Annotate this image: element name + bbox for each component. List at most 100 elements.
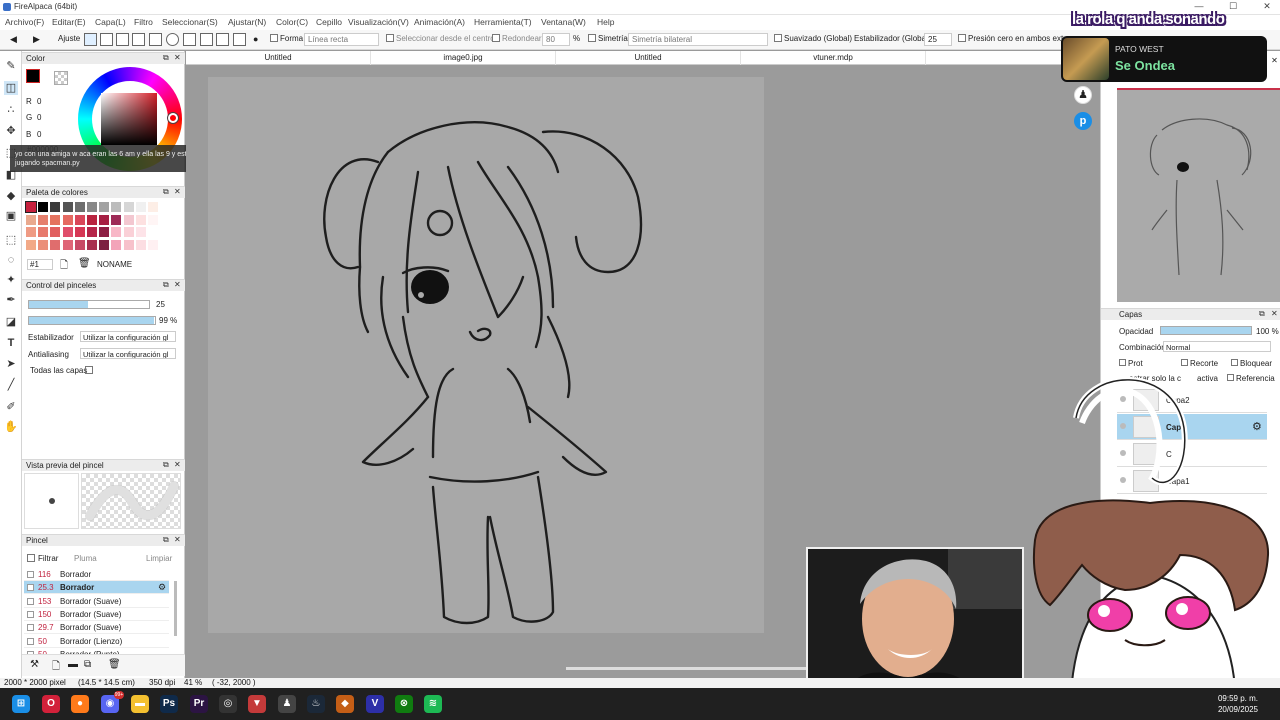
tab-image0[interactable]: image0.jpg [371, 51, 556, 65]
table-grid-icon[interactable] [233, 33, 246, 46]
foreground-color-swatch[interactable] [26, 69, 40, 83]
antialias-select[interactable]: Utilizar la configuración gl [80, 348, 176, 359]
layer-gear-icon[interactable]: ⚙ [1252, 420, 1262, 433]
blend-mode-select[interactable]: Normal [1163, 341, 1271, 352]
b-value[interactable]: 0 [37, 130, 41, 139]
palette-swatch[interactable] [38, 202, 49, 212]
brush-item[interactable]: 153 Borrador (Suave) [24, 595, 169, 608]
vscode-v-icon[interactable]: V [366, 695, 384, 713]
menu-color[interactable]: Color(C) [276, 17, 308, 27]
brush-item[interactable]: 116 Borrador [24, 568, 169, 581]
palette-swatch[interactable] [99, 214, 110, 225]
panel-float-icon[interactable]: ⧉ [163, 535, 169, 545]
palette-swatch[interactable] [111, 214, 122, 225]
panel-float-icon[interactable]: ⧉ [163, 460, 169, 470]
menu-visualizacion[interactable]: Visualización(V) [348, 17, 409, 27]
palette-swatch[interactable] [148, 214, 158, 225]
rounded-value[interactable]: 80 [542, 33, 570, 46]
photoshop-icon[interactable]: Ps [160, 695, 178, 713]
grid-snap-icon[interactable] [200, 33, 213, 46]
close-button[interactable]: ✕ [1254, 1, 1280, 12]
palette-swatch[interactable] [38, 227, 49, 237]
tab-vtuner[interactable]: vtuner.mdp [741, 51, 926, 65]
eraser-tool-icon[interactable]: ◫ [4, 81, 18, 95]
stabilizer-select[interactable]: Utilizar la configuración gl [80, 331, 176, 342]
palette-swatch[interactable] [99, 202, 110, 212]
stabilizer-select[interactable]: 25 [924, 33, 952, 46]
spotify-icon[interactable]: ≋ [424, 695, 442, 713]
palette-swatch[interactable] [148, 239, 158, 250]
select-mode-icon[interactable] [84, 33, 97, 46]
new-palette-icon[interactable]: 🗋 [60, 258, 68, 275]
filter-checkbox[interactable] [27, 554, 35, 562]
magic-wand-icon[interactable]: ✦ [4, 273, 18, 287]
panel-float-icon[interactable]: ⧉ [163, 187, 169, 197]
xbox-icon[interactable]: ⊗ [395, 695, 413, 713]
tab-untitled-1[interactable]: Untitled [186, 51, 371, 65]
select-center-checkbox[interactable]: Seleccionar desde el centro [386, 34, 495, 43]
palette-swatch[interactable] [99, 239, 110, 250]
palette-swatch[interactable] [123, 239, 134, 250]
taskbar-clock[interactable]: 09:59 p. m. 20/09/2025 [1218, 693, 1258, 715]
palette-swatch[interactable] [38, 214, 49, 225]
brush-item-checkbox[interactable] [27, 637, 34, 645]
steam-icon[interactable]: ♨ [307, 695, 325, 713]
palette-swatch[interactable] [111, 227, 122, 237]
palette-swatch[interactable] [26, 227, 36, 237]
select-pen-icon[interactable]: ✒ [4, 293, 18, 307]
grid-mode-icon[interactable] [116, 33, 129, 46]
lasso-tool-icon[interactable]: ◌ [4, 253, 18, 267]
menu-cepillo[interactable]: Cepillo [316, 17, 342, 27]
r-value[interactable]: 0 [37, 97, 41, 106]
palette-swatch[interactable] [87, 214, 97, 225]
panel-close-icon[interactable]: ✕ [174, 280, 181, 289]
redo-icon[interactable]: ▶ [33, 34, 40, 45]
palette-swatch[interactable] [50, 214, 61, 225]
delete-palette-icon[interactable]: 🗑 [78, 258, 91, 269]
delete-brush-icon[interactable]: 🗑 [108, 659, 121, 670]
vtube-icon[interactable]: ▼ [248, 695, 266, 713]
gradient-tool-icon[interactable]: ▣ [4, 209, 18, 223]
palette-swatch[interactable] [135, 202, 146, 212]
diagonal-mode-icon[interactable] [132, 33, 145, 46]
hatch-mode-icon[interactable] [100, 33, 113, 46]
canvas-horizontal-scrollbar[interactable] [566, 667, 816, 670]
text-tool-icon[interactable]: T [4, 336, 18, 350]
panel-close-icon[interactable]: ✕ [174, 460, 181, 469]
menu-filtro[interactable]: Filtro [134, 17, 153, 27]
palette-swatch[interactable] [135, 214, 146, 225]
pressure-checkbox[interactable]: Presión cero en ambos extre [958, 34, 1070, 43]
palette-swatch[interactable] [123, 202, 134, 212]
panel-float-icon[interactable]: ⧉ [163, 53, 169, 63]
crosshatch-mode-icon[interactable] [149, 33, 162, 46]
brush-item-checkbox[interactable] [27, 624, 34, 632]
undo-icon[interactable]: ◀ [10, 34, 17, 45]
dot-tool-icon[interactable]: ∴ [4, 103, 18, 117]
brush-item[interactable]: 25.3 Borrador ⚙ [24, 581, 169, 595]
palette-swatch[interactable] [38, 239, 49, 250]
smooth-checkbox[interactable]: Suavizado (Global) [774, 34, 852, 43]
menu-herramienta[interactable]: Herramienta(T) [474, 17, 532, 27]
clip-checkbox[interactable]: Recorte [1181, 359, 1218, 368]
brush-item-checkbox[interactable] [27, 584, 34, 592]
palette-swatch[interactable] [62, 214, 73, 225]
palette-swatch[interactable] [50, 227, 61, 237]
palette-swatch[interactable] [87, 227, 97, 237]
eyedropper-tool-icon[interactable]: ✐ [4, 400, 18, 414]
palette-swatch[interactable] [148, 227, 158, 237]
folder-icon[interactable]: ▬ [68, 659, 78, 670]
menu-help[interactable]: Help [597, 17, 614, 27]
palette-swatch[interactable] [135, 239, 146, 250]
g-value[interactable]: 0 [37, 113, 41, 122]
file-explorer-icon[interactable]: ▬ [131, 695, 149, 713]
navigator-preview[interactable] [1117, 88, 1280, 302]
symmetry-checkbox[interactable]: Simetría [588, 34, 628, 43]
premiere-icon[interactable]: Pr [190, 695, 208, 713]
radial-mode-icon[interactable] [166, 33, 179, 46]
all-layers-checkbox[interactable] [85, 366, 93, 374]
drawing-canvas[interactable] [208, 77, 764, 633]
brush-size-slider[interactable] [28, 300, 150, 309]
new-brush-icon[interactable]: 🗋 [52, 659, 60, 676]
brush-settings-icon[interactable]: ⚒ [30, 659, 39, 670]
palette-swatch[interactable] [87, 239, 97, 250]
